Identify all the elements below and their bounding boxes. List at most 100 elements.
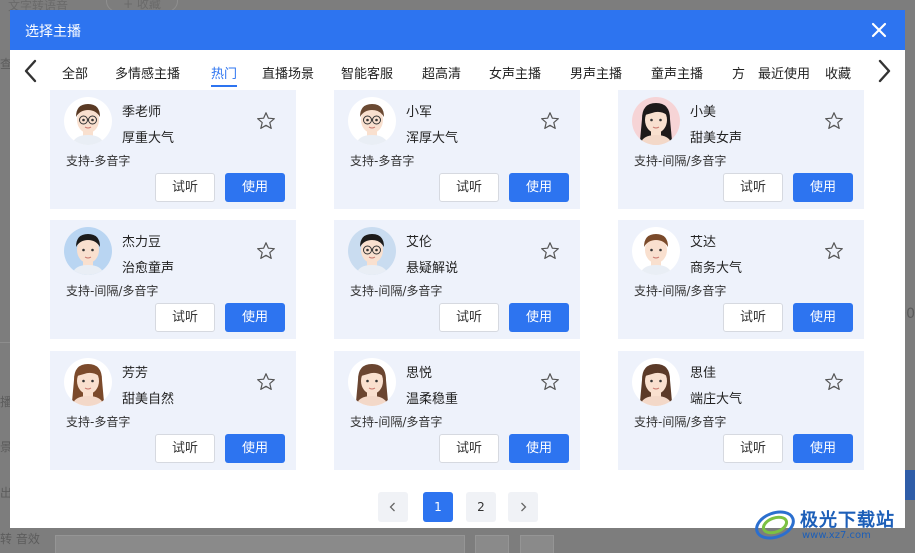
favorite-button[interactable] [256, 241, 276, 261]
voice-card[interactable]: 小军浑厚大气支持-多音字试听 使用 [334, 90, 580, 209]
voice-card[interactable]: 芳芳甜美自然支持-多音字试听 使用 [50, 351, 296, 470]
use-button[interactable]: 使用 [793, 303, 853, 332]
woman-curly-hair-icon [632, 358, 680, 406]
tab-item[interactable]: 直播场景 [262, 63, 314, 82]
favorite-button[interactable] [824, 372, 844, 392]
bg-input-field [55, 535, 465, 553]
voice-style: 浑厚大气 [406, 131, 459, 146]
prev-page-button[interactable] [378, 492, 408, 522]
use-button[interactable]: 使用 [509, 434, 569, 463]
voice-support: 支持-间隔/多音字 [350, 415, 443, 429]
tabs-prev-button[interactable] [19, 58, 43, 84]
use-button[interactable]: 使用 [225, 173, 285, 202]
voice-card[interactable]: 杰力豆治愈童声支持-间隔/多音字试听 使用 [50, 220, 296, 339]
voice-card[interactable]: 艾伦 悬疑解说 支持-间隔/多音字 试听 使用 [334, 220, 580, 339]
close-button[interactable] [869, 20, 889, 40]
voice-card[interactable]: 思悦 温柔稳重 支持-间隔/多音字 试听 使用 [334, 351, 580, 470]
use-button[interactable]: 使用 [793, 434, 853, 463]
page-button-1[interactable]: 1 [423, 492, 453, 522]
listen-button[interactable]: 试听 [155, 173, 215, 202]
voice-name: 小美 [690, 105, 717, 120]
dialog-title: 选择主播 [25, 24, 81, 40]
voice-name: 艾达 [690, 235, 717, 250]
use-button[interactable]: 使用 [225, 303, 285, 332]
voice-name: 芳芳 [122, 366, 149, 381]
voice-name: 艾伦 [406, 235, 433, 250]
star-icon [825, 242, 843, 259]
tabs-viewport: 全部 多情感主播 热门 直播场景 智能客服 超高清 女声主播 男声主播 童声主播 方 [58, 50, 748, 92]
tab-favorites[interactable]: 收藏 [825, 63, 851, 82]
tabs-next-button[interactable] [872, 58, 896, 84]
voice-support: 支持-多音字 [350, 154, 415, 168]
voice-support: 支持-间隔/多音字 [634, 415, 727, 429]
watermark-logo: 极光下载站 www.xz7.com [752, 500, 912, 546]
star-icon [257, 242, 275, 259]
voice-style: 甜美自然 [122, 392, 175, 407]
watermark-swirl-icon [755, 510, 795, 540]
voice-card[interactable]: 思佳端庄大气支持-间隔/多音字试听 使用 [618, 351, 864, 470]
listen-button[interactable]: 试听 [439, 434, 499, 463]
man-glasses-icon [64, 97, 112, 145]
listen-button[interactable]: 试听 [155, 303, 215, 332]
bg-blue-tab [905, 470, 915, 500]
tab-recent[interactable]: 最近使用 [758, 63, 810, 82]
chevron-right-icon [878, 59, 891, 83]
voice-support: 支持-多音字 [66, 154, 131, 168]
star-icon [541, 373, 559, 390]
favorite-button[interactable] [540, 372, 560, 392]
favorite-button[interactable] [256, 372, 276, 392]
voice-name: 杰力豆 [122, 235, 162, 250]
voice-support: 支持-间隔/多音字 [634, 284, 727, 298]
favorite-button[interactable] [256, 111, 276, 131]
voice-style: 商务大气 [690, 261, 743, 276]
star-icon [257, 112, 275, 129]
use-button[interactable]: 使用 [509, 173, 569, 202]
woman-pink-icon [632, 97, 680, 145]
use-button[interactable]: 使用 [509, 303, 569, 332]
tab-item[interactable]: 方 [732, 63, 745, 82]
favorite-button[interactable] [824, 241, 844, 261]
tab-item[interactable]: 多情感主播 [115, 63, 180, 82]
voice-name: 小军 [406, 105, 433, 120]
use-button[interactable]: 使用 [793, 173, 853, 202]
listen-button[interactable]: 试听 [439, 303, 499, 332]
tab-item[interactable]: 女声主播 [489, 63, 541, 82]
use-button[interactable]: 使用 [225, 434, 285, 463]
listen-button[interactable]: 试听 [439, 173, 499, 202]
star-icon [541, 242, 559, 259]
voice-card[interactable]: 季老师 厚重大气 支持-多音字 试听 使用 [50, 90, 296, 209]
tab-item[interactable]: 智能客服 [341, 63, 393, 82]
voice-support: 支持-多音字 [66, 415, 131, 429]
voice-style: 治愈童声 [122, 261, 175, 276]
listen-button[interactable]: 试听 [723, 173, 783, 202]
tab-item[interactable]: 超高清 [422, 63, 461, 82]
voice-style: 厚重大气 [122, 131, 175, 146]
voice-style: 端庄大气 [690, 392, 743, 407]
tab-item[interactable]: 全部 [62, 63, 88, 82]
voice-name: 思佳 [690, 366, 717, 381]
favorite-button[interactable] [824, 111, 844, 131]
voice-card[interactable]: 艾达商务大气支持-间隔/多音字试听 使用 [618, 220, 864, 339]
star-icon [825, 112, 843, 129]
listen-button[interactable]: 试听 [723, 303, 783, 332]
tab-item[interactable]: 男声主播 [570, 63, 622, 82]
chevron-left-icon [389, 502, 395, 512]
page-button-2[interactable]: 2 [466, 492, 496, 522]
bg-side-label: 转 音效 [0, 532, 40, 546]
voice-support: 支持-间隔/多音字 [66, 284, 159, 298]
man-business-icon [632, 227, 680, 275]
tab-item[interactable]: 热门 [211, 63, 238, 87]
watermark-url: www.xz7.com [802, 530, 871, 541]
voice-support: 支持-间隔/多音字 [634, 154, 727, 168]
favorite-button[interactable] [540, 111, 560, 131]
voice-card[interactable]: 小美 甜美女声 支持-间隔/多音字 试听 使用 [618, 90, 864, 209]
star-icon [541, 112, 559, 129]
woman-short-hair-icon [64, 358, 112, 406]
tab-item[interactable]: 童声主播 [651, 63, 703, 82]
listen-button[interactable]: 试听 [155, 434, 215, 463]
select-voice-dialog: 选择主播 全部 多情感主播 热门 直播场景 智能客服 超高清 女声主播 男声主播 童声主播 方 最… [10, 10, 905, 528]
bg-box [475, 535, 509, 553]
listen-button[interactable]: 试听 [723, 434, 783, 463]
next-page-button[interactable] [508, 492, 538, 522]
favorite-button[interactable] [540, 241, 560, 261]
